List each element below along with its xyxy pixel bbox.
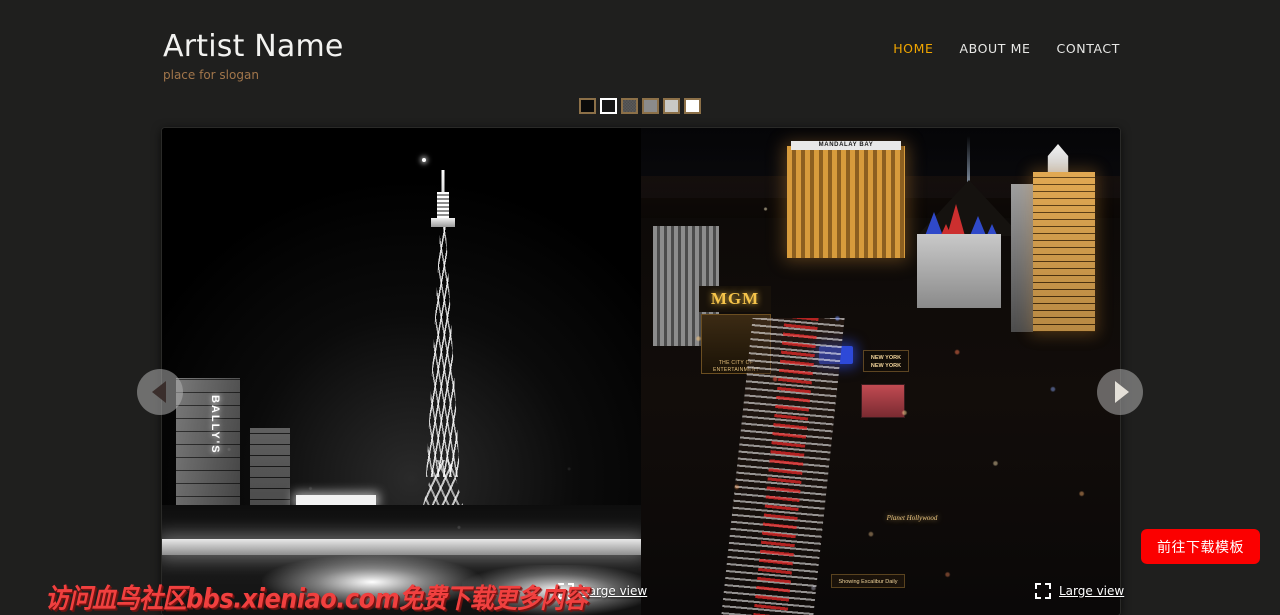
page-root: Artist Name place for slogan HOME ABOUT … (0, 0, 1280, 615)
pager-dot-6[interactable] (684, 98, 701, 114)
page-title: Artist Name (163, 29, 344, 64)
site-slogan: place for slogan (163, 68, 259, 82)
mandalay-bay-sign: MANDALAY BAY (791, 141, 901, 150)
pager-dot-3[interactable] (621, 98, 638, 114)
pager-dot-1[interactable] (579, 98, 596, 114)
nav-item-contact[interactable]: CONTACT (1057, 41, 1120, 56)
brand: Artist Name place for slogan (163, 29, 344, 83)
pager-dot-4[interactable] (642, 98, 659, 114)
gallery-pager (0, 98, 1280, 114)
pager-dot-2[interactable] (600, 98, 617, 114)
gallery-stage: BALLY'S (162, 128, 1120, 615)
gallery-prev-button[interactable] (137, 369, 183, 415)
pager-dot-5[interactable] (663, 98, 680, 114)
color-scattered-lights (641, 278, 1120, 615)
slide-image-bw[interactable]: BALLY'S (162, 128, 641, 615)
slide-track: BALLY'S (162, 128, 1120, 615)
chevron-right-icon (1114, 381, 1129, 403)
fullscreen-icon (558, 583, 574, 599)
planet-hollywood-sign: Planet Hollywood (886, 514, 938, 522)
nav-item-home[interactable]: HOME (893, 41, 933, 56)
large-view-label: Large view (582, 584, 648, 598)
slide-image-color[interactable]: MANDALAY BAY MGM THE CITY OF ENTERTAINME… (641, 128, 1120, 615)
bw-grain-overlay (162, 128, 641, 615)
download-template-button[interactable]: 前往下载模板 (1141, 529, 1260, 564)
nav-item-about-me[interactable]: ABOUT ME (960, 41, 1031, 56)
large-view-label: Large view (1059, 584, 1125, 598)
large-view-link-left[interactable]: Large view (558, 583, 647, 599)
bottom-marquee-sign: Showing Excalibur Daily (831, 574, 905, 588)
luxor-sky-beam (967, 136, 970, 184)
mandalay-bay-tower (787, 146, 905, 258)
fullscreen-icon (1035, 583, 1051, 599)
chevron-left-icon (151, 381, 166, 403)
large-view-link-right[interactable]: Large view (1035, 583, 1124, 599)
site-header: Artist Name place for slogan HOME ABOUT … (0, 0, 1280, 100)
main-navigation: HOME ABOUT ME CONTACT (893, 41, 1120, 56)
gallery-next-button[interactable] (1097, 369, 1143, 415)
